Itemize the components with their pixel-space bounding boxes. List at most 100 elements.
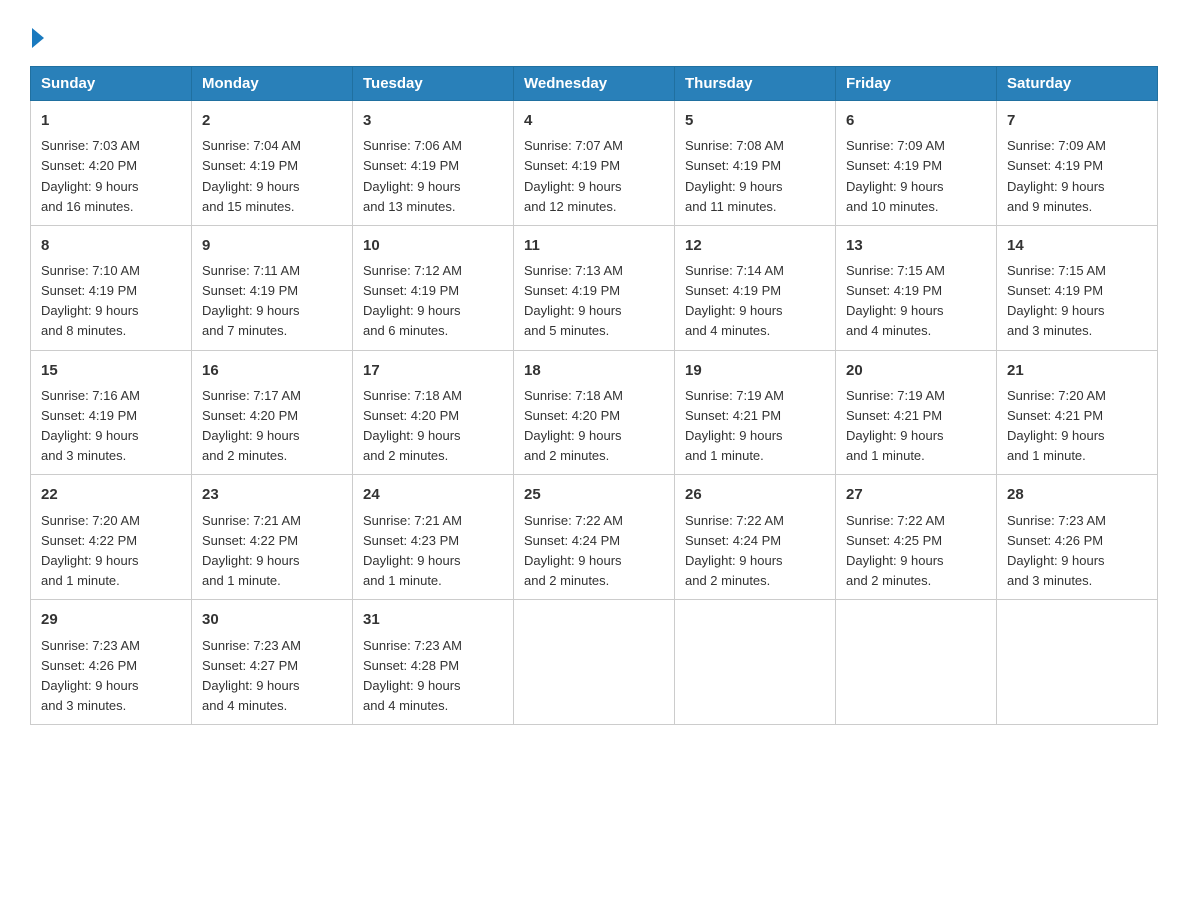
calendar-day-cell: 31 Sunrise: 7:23 AMSunset: 4:28 PMDaylig… [353,600,514,725]
day-info: Sunrise: 7:22 AMSunset: 4:25 PMDaylight:… [846,513,945,588]
calendar-day-cell [514,600,675,725]
day-of-week-header: Wednesday [514,67,675,101]
day-number: 18 [524,359,664,382]
day-number: 28 [1007,483,1147,506]
calendar-day-cell: 28 Sunrise: 7:23 AMSunset: 4:26 PMDaylig… [997,475,1158,600]
day-info: Sunrise: 7:23 AMSunset: 4:26 PMDaylight:… [1007,513,1106,588]
calendar-day-cell: 24 Sunrise: 7:21 AMSunset: 4:23 PMDaylig… [353,475,514,600]
calendar-day-cell: 29 Sunrise: 7:23 AMSunset: 4:26 PMDaylig… [31,600,192,725]
calendar-day-cell: 7 Sunrise: 7:09 AMSunset: 4:19 PMDayligh… [997,101,1158,226]
day-number: 16 [202,359,342,382]
calendar-day-cell: 9 Sunrise: 7:11 AMSunset: 4:19 PMDayligh… [192,225,353,350]
day-info: Sunrise: 7:13 AMSunset: 4:19 PMDaylight:… [524,263,623,338]
day-info: Sunrise: 7:06 AMSunset: 4:19 PMDaylight:… [363,138,462,213]
day-info: Sunrise: 7:09 AMSunset: 4:19 PMDaylight:… [846,138,945,213]
calendar-day-cell: 4 Sunrise: 7:07 AMSunset: 4:19 PMDayligh… [514,101,675,226]
day-info: Sunrise: 7:10 AMSunset: 4:19 PMDaylight:… [41,263,140,338]
day-number: 3 [363,109,503,132]
calendar-day-cell: 3 Sunrise: 7:06 AMSunset: 4:19 PMDayligh… [353,101,514,226]
calendar-week-row: 15 Sunrise: 7:16 AMSunset: 4:19 PMDaylig… [31,350,1158,475]
day-number: 13 [846,234,986,257]
day-of-week-header: Friday [836,67,997,101]
calendar-day-cell: 14 Sunrise: 7:15 AMSunset: 4:19 PMDaylig… [997,225,1158,350]
day-info: Sunrise: 7:22 AMSunset: 4:24 PMDaylight:… [685,513,784,588]
calendar-day-cell: 20 Sunrise: 7:19 AMSunset: 4:21 PMDaylig… [836,350,997,475]
day-info: Sunrise: 7:12 AMSunset: 4:19 PMDaylight:… [363,263,462,338]
day-number: 10 [363,234,503,257]
calendar-day-cell [997,600,1158,725]
day-number: 22 [41,483,181,506]
day-number: 26 [685,483,825,506]
header [30,20,1158,48]
calendar-day-cell: 26 Sunrise: 7:22 AMSunset: 4:24 PMDaylig… [675,475,836,600]
calendar-week-row: 8 Sunrise: 7:10 AMSunset: 4:19 PMDayligh… [31,225,1158,350]
calendar-day-cell: 27 Sunrise: 7:22 AMSunset: 4:25 PMDaylig… [836,475,997,600]
calendar-week-row: 29 Sunrise: 7:23 AMSunset: 4:26 PMDaylig… [31,600,1158,725]
day-of-week-header: Sunday [31,67,192,101]
day-info: Sunrise: 7:21 AMSunset: 4:22 PMDaylight:… [202,513,301,588]
day-info: Sunrise: 7:15 AMSunset: 4:19 PMDaylight:… [846,263,945,338]
calendar-day-cell: 2 Sunrise: 7:04 AMSunset: 4:19 PMDayligh… [192,101,353,226]
day-number: 29 [41,608,181,631]
calendar-week-row: 1 Sunrise: 7:03 AMSunset: 4:20 PMDayligh… [31,101,1158,226]
calendar-day-cell: 22 Sunrise: 7:20 AMSunset: 4:22 PMDaylig… [31,475,192,600]
day-number: 2 [202,109,342,132]
day-info: Sunrise: 7:23 AMSunset: 4:27 PMDaylight:… [202,638,301,713]
day-info: Sunrise: 7:23 AMSunset: 4:26 PMDaylight:… [41,638,140,713]
day-number: 20 [846,359,986,382]
calendar-day-cell: 17 Sunrise: 7:18 AMSunset: 4:20 PMDaylig… [353,350,514,475]
day-info: Sunrise: 7:17 AMSunset: 4:20 PMDaylight:… [202,388,301,463]
calendar-day-cell [836,600,997,725]
day-info: Sunrise: 7:03 AMSunset: 4:20 PMDaylight:… [41,138,140,213]
day-number: 23 [202,483,342,506]
day-number: 11 [524,234,664,257]
day-info: Sunrise: 7:19 AMSunset: 4:21 PMDaylight:… [846,388,945,463]
calendar-day-cell: 21 Sunrise: 7:20 AMSunset: 4:21 PMDaylig… [997,350,1158,475]
day-info: Sunrise: 7:07 AMSunset: 4:19 PMDaylight:… [524,138,623,213]
calendar-day-cell: 18 Sunrise: 7:18 AMSunset: 4:20 PMDaylig… [514,350,675,475]
calendar-day-cell: 8 Sunrise: 7:10 AMSunset: 4:19 PMDayligh… [31,225,192,350]
calendar-week-row: 22 Sunrise: 7:20 AMSunset: 4:22 PMDaylig… [31,475,1158,600]
day-info: Sunrise: 7:20 AMSunset: 4:22 PMDaylight:… [41,513,140,588]
day-number: 15 [41,359,181,382]
calendar-header-row: SundayMondayTuesdayWednesdayThursdayFrid… [31,67,1158,101]
day-info: Sunrise: 7:14 AMSunset: 4:19 PMDaylight:… [685,263,784,338]
calendar-day-cell [675,600,836,725]
day-info: Sunrise: 7:04 AMSunset: 4:19 PMDaylight:… [202,138,301,213]
day-of-week-header: Tuesday [353,67,514,101]
calendar-table: SundayMondayTuesdayWednesdayThursdayFrid… [30,66,1158,725]
day-info: Sunrise: 7:23 AMSunset: 4:28 PMDaylight:… [363,638,462,713]
day-info: Sunrise: 7:21 AMSunset: 4:23 PMDaylight:… [363,513,462,588]
calendar-day-cell: 13 Sunrise: 7:15 AMSunset: 4:19 PMDaylig… [836,225,997,350]
day-number: 8 [41,234,181,257]
day-number: 1 [41,109,181,132]
logo [30,28,46,48]
calendar-day-cell: 5 Sunrise: 7:08 AMSunset: 4:19 PMDayligh… [675,101,836,226]
day-of-week-header: Saturday [997,67,1158,101]
day-number: 12 [685,234,825,257]
day-of-week-header: Monday [192,67,353,101]
day-number: 5 [685,109,825,132]
day-info: Sunrise: 7:16 AMSunset: 4:19 PMDaylight:… [41,388,140,463]
day-info: Sunrise: 7:19 AMSunset: 4:21 PMDaylight:… [685,388,784,463]
day-of-week-header: Thursday [675,67,836,101]
day-number: 21 [1007,359,1147,382]
day-number: 6 [846,109,986,132]
calendar-day-cell: 16 Sunrise: 7:17 AMSunset: 4:20 PMDaylig… [192,350,353,475]
day-number: 19 [685,359,825,382]
day-number: 14 [1007,234,1147,257]
day-number: 24 [363,483,503,506]
day-info: Sunrise: 7:18 AMSunset: 4:20 PMDaylight:… [524,388,623,463]
day-number: 30 [202,608,342,631]
day-info: Sunrise: 7:20 AMSunset: 4:21 PMDaylight:… [1007,388,1106,463]
day-info: Sunrise: 7:15 AMSunset: 4:19 PMDaylight:… [1007,263,1106,338]
calendar-day-cell: 10 Sunrise: 7:12 AMSunset: 4:19 PMDaylig… [353,225,514,350]
day-number: 7 [1007,109,1147,132]
calendar-day-cell: 30 Sunrise: 7:23 AMSunset: 4:27 PMDaylig… [192,600,353,725]
day-number: 31 [363,608,503,631]
calendar-day-cell: 19 Sunrise: 7:19 AMSunset: 4:21 PMDaylig… [675,350,836,475]
day-info: Sunrise: 7:08 AMSunset: 4:19 PMDaylight:… [685,138,784,213]
calendar-day-cell: 6 Sunrise: 7:09 AMSunset: 4:19 PMDayligh… [836,101,997,226]
calendar-day-cell: 15 Sunrise: 7:16 AMSunset: 4:19 PMDaylig… [31,350,192,475]
day-info: Sunrise: 7:18 AMSunset: 4:20 PMDaylight:… [363,388,462,463]
